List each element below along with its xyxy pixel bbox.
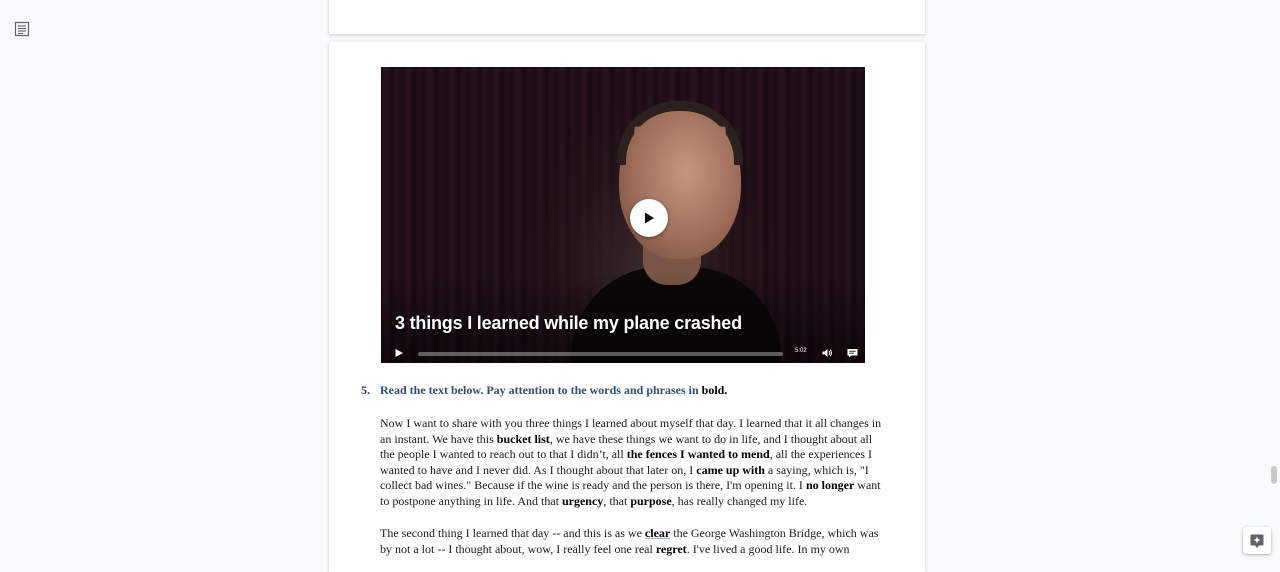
video-title: 3 things I learned while my plane crashe… [395,313,742,333]
reading-paragraph-2: The second thing I learned that day -- a… [380,526,879,556]
key-phrase: urgency [561,493,604,508]
scrollbar-thumb[interactable] [1271,466,1277,484]
explore-star-icon [1250,534,1264,548]
instruction-bold-word: bold. [701,383,728,397]
document-outline-button[interactable] [13,20,31,38]
previous-page [329,0,925,34]
play-icon [645,212,654,224]
key-phrase-underlined[interactable]: clear [645,526,670,540]
subtitles-icon[interactable] [847,348,858,358]
video-embed[interactable]: 3 things I learned while my plane crashe… [381,67,865,363]
key-phrase: no longer [805,478,855,492]
key-phrase: regret [655,541,687,556]
instruction-text: Read the text below. Pay attention to th… [380,383,702,397]
key-phrase: purpose [630,493,672,508]
video-duration: 5:02 [795,348,807,354]
volume-icon[interactable] [822,348,833,358]
document-page: 3 things I learned while my plane crashe… [329,42,925,572]
question-number: 5. [361,383,370,397]
reading-paragraph-1: Now I want to share with you three thing… [380,416,882,508]
question-instruction: Read the text below. Pay attention to th… [380,383,727,398]
key-phrase: bucket list [496,431,550,446]
video-progress-bar[interactable] [418,352,783,356]
play-button[interactable] [630,199,668,237]
document-outline-icon [14,21,30,37]
key-phrase: came up with [696,462,765,477]
explore-button[interactable] [1243,527,1271,554]
control-play-icon[interactable] [394,348,404,358]
video-controls: 5:02 [381,345,865,361]
key-phrase: the fences I wanted to mend [626,447,770,461]
